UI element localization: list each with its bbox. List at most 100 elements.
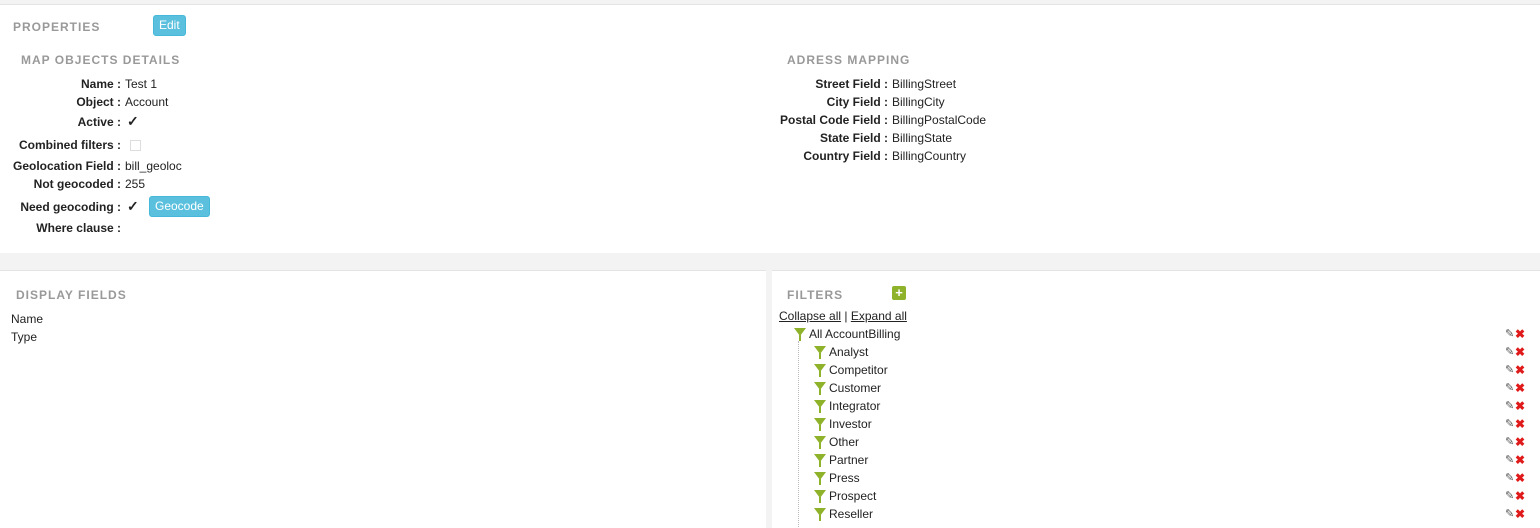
filter-item[interactable]: Analyst xyxy=(814,343,868,361)
where-clause-row: Where clause : xyxy=(0,220,125,236)
edit-icon[interactable]: ✎ xyxy=(1505,436,1514,448)
street-field-label: Street Field : xyxy=(815,77,888,91)
filter-funnel-icon xyxy=(814,345,826,359)
country-field-row: Country Field : BillingCountry xyxy=(0,148,966,164)
edit-button[interactable]: Edit xyxy=(153,15,186,36)
delete-icon[interactable]: ✖ xyxy=(1515,436,1525,448)
edit-icon[interactable]: ✎ xyxy=(1505,454,1514,466)
filter-item[interactable]: Integrator xyxy=(814,397,880,415)
geocode-button[interactable]: Geocode xyxy=(149,196,210,217)
display-fields-title: DISPLAY FIELDS xyxy=(16,288,127,302)
filter-item[interactable]: Partner xyxy=(814,451,868,469)
not-geocoded-label: Not geocoded : xyxy=(33,177,121,191)
display-fields-panel: DISPLAY FIELDS Name Type xyxy=(0,270,766,528)
filter-item[interactable]: Other xyxy=(814,433,859,451)
edit-icon[interactable]: ✎ xyxy=(1505,346,1514,358)
postal-code-field-row: Postal Code Field : BillingPostalCode xyxy=(0,112,986,128)
filter-label: Integrator xyxy=(829,399,881,413)
delete-icon[interactable]: ✖ xyxy=(1515,346,1525,358)
delete-icon[interactable]: ✖ xyxy=(1515,508,1525,520)
edit-icon[interactable]: ✎ xyxy=(1505,328,1514,340)
filter-label: Competitor xyxy=(829,363,888,377)
not-geocoded-value: 255 xyxy=(125,177,146,191)
state-field-label: State Field : xyxy=(819,131,888,145)
filter-item[interactable]: Competitor xyxy=(814,361,888,379)
filter-row-actions: ✎ ✖ xyxy=(1505,328,1527,340)
delete-icon[interactable]: ✖ xyxy=(1515,418,1525,430)
delete-icon[interactable]: ✖ xyxy=(1515,382,1525,394)
filter-funnel-icon xyxy=(814,507,826,521)
collapse-all-link[interactable]: Collapse all xyxy=(779,309,841,323)
filter-funnel-icon xyxy=(794,327,806,341)
display-field-item: Type xyxy=(11,330,38,344)
filter-funnel-icon xyxy=(814,453,826,467)
filter-row-actions: ✎ ✖ xyxy=(1505,382,1527,394)
filter-funnel-icon xyxy=(814,381,826,395)
filter-label: Press xyxy=(829,471,860,485)
where-clause-label: Where clause : xyxy=(36,221,121,235)
add-filter-plus-icon[interactable]: + xyxy=(892,286,906,300)
filter-label: Other xyxy=(829,435,860,449)
filter-row-actions: ✎ ✖ xyxy=(1505,418,1527,430)
delete-icon[interactable]: ✖ xyxy=(1515,364,1525,376)
filter-root-item[interactable]: All AccountBilling xyxy=(794,325,900,343)
filter-item[interactable]: Press xyxy=(814,469,860,487)
need-geocoding-checkmark-icon: ✓ xyxy=(127,198,139,214)
edit-icon[interactable]: ✎ xyxy=(1505,364,1514,376)
filter-row-actions: ✎ ✖ xyxy=(1505,400,1527,412)
filter-row-actions: ✎ ✖ xyxy=(1505,364,1527,376)
country-field-label: Country Field : xyxy=(803,149,888,163)
display-field-item: Name xyxy=(11,312,44,326)
filter-label: Reseller xyxy=(829,507,874,521)
filter-row-actions: ✎ ✖ xyxy=(1505,454,1527,466)
need-geocoding-label: Need geocoding : xyxy=(20,200,121,214)
properties-panel: PROPERTIES Edit MAP OBJECTS DETAILS Name… xyxy=(0,4,1540,253)
city-field-value: BillingCity xyxy=(892,95,945,109)
filters-panel: FILTERS + Collapse all | Expand all All … xyxy=(772,270,1540,528)
postal-code-field-label: Postal Code Field : xyxy=(779,113,888,127)
filter-item[interactable]: Investor xyxy=(814,415,872,433)
edit-icon[interactable]: ✎ xyxy=(1505,508,1514,520)
filter-row-actions: ✎ ✖ xyxy=(1505,472,1527,484)
state-field-row: State Field : BillingState xyxy=(0,130,952,146)
filters-title: FILTERS xyxy=(787,288,844,302)
edit-icon[interactable]: ✎ xyxy=(1505,400,1514,412)
delete-icon[interactable]: ✖ xyxy=(1515,400,1525,412)
filter-funnel-icon xyxy=(814,471,826,485)
delete-icon[interactable]: ✖ xyxy=(1515,454,1525,466)
edit-icon[interactable]: ✎ xyxy=(1505,382,1514,394)
street-field-row: Street Field : BillingStreet xyxy=(0,76,956,92)
filter-label: Investor xyxy=(829,417,872,431)
map-objects-title: MAP OBJECTS DETAILS xyxy=(21,53,181,67)
filter-label: Partner xyxy=(829,453,869,467)
collapse-expand-links: Collapse all | Expand all xyxy=(779,309,907,323)
street-field-value: BillingStreet xyxy=(892,77,957,91)
filter-row-actions: ✎ ✖ xyxy=(1505,508,1527,520)
filter-item[interactable]: Reseller xyxy=(814,505,873,523)
filter-label: Analyst xyxy=(829,345,869,359)
country-field-value: BillingCountry xyxy=(892,149,967,163)
expand-all-link[interactable]: Expand all xyxy=(851,309,907,323)
filter-funnel-icon xyxy=(814,417,826,431)
delete-icon[interactable]: ✖ xyxy=(1515,328,1525,340)
filter-funnel-icon xyxy=(814,435,826,449)
filter-funnel-icon xyxy=(814,489,826,503)
filter-item[interactable]: Customer xyxy=(814,379,881,397)
filter-item[interactable]: Prospect xyxy=(814,487,876,505)
filter-funnel-icon xyxy=(814,363,826,377)
filter-label: Customer xyxy=(829,381,882,395)
filter-label: All AccountBilling xyxy=(809,327,901,341)
postal-code-field-value: BillingPostalCode xyxy=(892,113,987,127)
edit-icon[interactable]: ✎ xyxy=(1505,472,1514,484)
delete-icon[interactable]: ✖ xyxy=(1515,490,1525,502)
need-geocoding-row: Need geocoding : ✓ xyxy=(0,198,139,214)
filter-row-actions: ✎ ✖ xyxy=(1505,346,1527,358)
edit-icon[interactable]: ✎ xyxy=(1505,418,1514,430)
city-field-label: City Field : xyxy=(826,95,888,109)
edit-icon[interactable]: ✎ xyxy=(1505,490,1514,502)
delete-icon[interactable]: ✖ xyxy=(1515,472,1525,484)
links-separator: | xyxy=(844,309,848,323)
filter-label: Prospect xyxy=(829,489,877,503)
filter-row-actions: ✎ ✖ xyxy=(1505,436,1527,448)
properties-title: PROPERTIES xyxy=(13,20,101,34)
